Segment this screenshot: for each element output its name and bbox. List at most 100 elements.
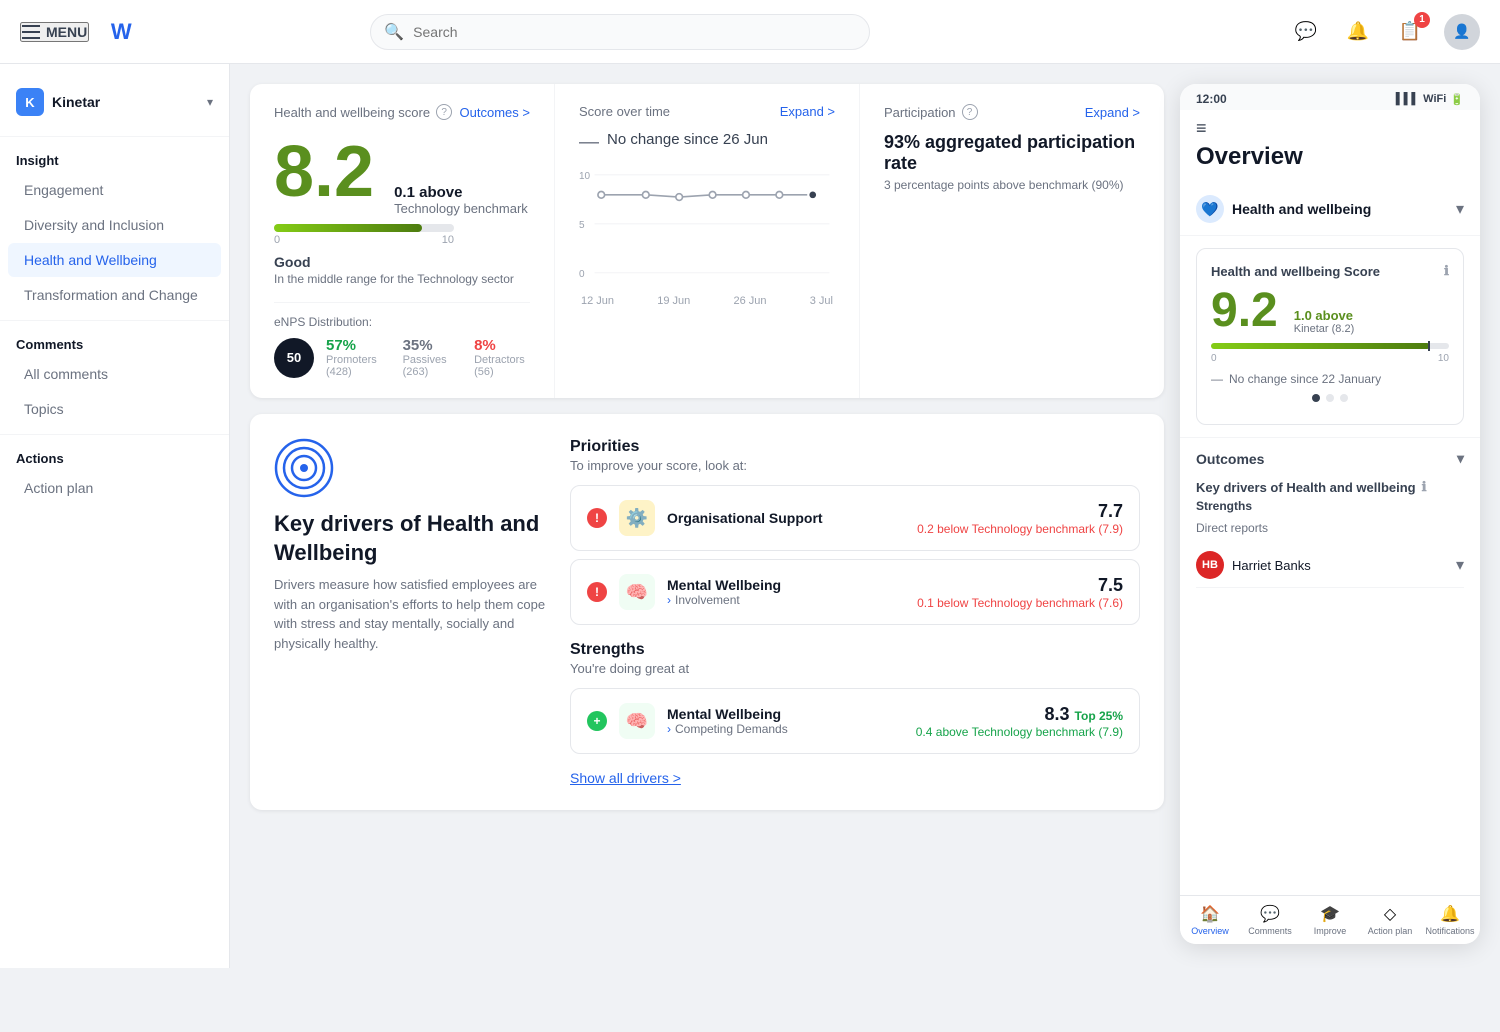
sidebar-item-health[interactable]: Health and Wellbeing (8, 243, 221, 277)
sidebar-item-allcomments[interactable]: All comments (8, 357, 221, 391)
phone-mockup: 12:00 ▌▌▌ WiFi 🔋 ≡ Overview 💙 Health and… (1180, 84, 1480, 944)
phone-bar-fill (1211, 343, 1430, 349)
passives-pct: 35% (403, 337, 458, 354)
main-left: Health and wellbeing score ? Outcomes > … (250, 84, 1164, 948)
driver-brain-icon: 🧠 (619, 574, 655, 610)
driver-competing-demands: + 🧠 Mental Wellbeing › Competing Demands (570, 688, 1140, 754)
sidebar-item-actionplan[interactable]: Action plan (8, 471, 221, 505)
strengths-sub: You're doing great at (570, 661, 1140, 676)
driver-org-support: ! ⚙️ Organisational Support 7.7 0.2 belo… (570, 485, 1140, 551)
sidebar-item-engagement[interactable]: Engagement (8, 173, 221, 207)
participation-title: Participation ? Expand > (884, 104, 1140, 120)
phone-nav-actionplan[interactable]: ◇ Action plan (1360, 904, 1420, 936)
phone-nav-actionplan-label: Action plan (1368, 926, 1413, 936)
phone-menu-icon[interactable]: ≡ (1180, 110, 1480, 139)
phone-dot-2 (1326, 394, 1334, 402)
sidebar-item-topics[interactable]: Topics (8, 392, 221, 426)
phone-above-val: 1.0 above (1294, 308, 1353, 323)
phone-kd-sub: Strengths (1196, 499, 1464, 513)
good-label: Good (274, 254, 530, 270)
score-bar-fill (274, 224, 422, 232)
driver-info: Organisational Support (667, 510, 905, 526)
driver-info-2: Mental Wellbeing › Involvement (667, 577, 905, 607)
driver-brain-icon-2: 🧠 (619, 703, 655, 739)
phone-nav-notifications-icon: 🔔 (1440, 904, 1460, 924)
health-score: 8.2 (274, 136, 374, 208)
phone-outcomes-label: Outcomes (1196, 451, 1264, 467)
enps-section: eNPS Distribution: 50 57% Promoters (428… (274, 302, 530, 378)
svg-text:10: 10 (579, 171, 591, 182)
no-change-dash: — (579, 131, 599, 154)
phone-above-text: 1.0 above (1294, 308, 1355, 323)
inbox-button[interactable]: 📋 1 (1392, 14, 1428, 50)
phone-nav-actionplan-icon: ◇ (1384, 904, 1396, 924)
participation-expand[interactable]: Expand > (1085, 105, 1140, 120)
phone-nav-improve[interactable]: 🎓 Improve (1300, 904, 1360, 936)
expand-link[interactable]: Expand > (780, 104, 835, 119)
score-bar-container: 0 10 (274, 224, 530, 246)
phone-nav-comments[interactable]: 💬 Comments (1240, 904, 1300, 936)
show-all-link[interactable]: Show all drivers > (570, 770, 1140, 786)
phone-outcomes-header[interactable]: Outcomes ▾ (1180, 437, 1480, 479)
top-nav: MENU W 🔍 💬 🔔 📋 1 👤 (0, 0, 1500, 64)
search-bar: 🔍 (370, 14, 870, 50)
phone-score-row: 9.2 1.0 above Kinetar (8.2) (1211, 287, 1449, 335)
sidebar-item-diversity[interactable]: Diversity and Inclusion (8, 208, 221, 242)
sidebar-item-label: All comments (24, 366, 108, 382)
phone-nav-notifications[interactable]: 🔔 Notifications (1420, 904, 1480, 936)
no-change-row: — No change since 26 Jun (579, 131, 835, 154)
time-panel: Score over time Expand > — No change sin… (554, 84, 859, 398)
outcomes-link[interactable]: Outcomes > (460, 105, 530, 120)
enps-row: 50 57% Promoters (428) 35% Passives (263… (274, 337, 530, 378)
sidebar-item-label: Diversity and Inclusion (24, 217, 164, 233)
inbox-badge: 1 (1414, 12, 1430, 28)
phone-outcomes-chevron-down-icon: ▾ (1457, 450, 1464, 467)
phone-key-drivers: Key drivers of Health and wellbeing ℹ St… (1180, 479, 1480, 600)
phone-harriet-item[interactable]: HB Harriet Banks ▾ (1196, 543, 1464, 588)
x-label-4: 3 Jul (810, 295, 833, 307)
driver-alert-icon-2: ! (587, 582, 607, 602)
phone-nav-overview[interactable]: 🏠 Overview (1180, 904, 1240, 936)
phone-nav-overview-icon: 🏠 (1200, 904, 1220, 924)
phone-bar-sm (1211, 343, 1449, 349)
time-panel-title: Score over time Expand > (579, 104, 835, 119)
score-title-text: Health and wellbeing score (274, 105, 430, 120)
enps-title: eNPS Distribution: (274, 315, 530, 329)
bar-max: 10 (442, 234, 454, 246)
phone-hw-item[interactable]: 💙 Health and wellbeing ▾ (1180, 183, 1480, 236)
phone-kd-title: Key drivers of Health and wellbeing ℹ (1196, 479, 1464, 495)
menu-button[interactable]: MENU (20, 22, 89, 42)
score-info-icon[interactable]: ? (436, 104, 452, 120)
phone-no-change-text: No change since 22 January (1229, 372, 1381, 386)
chat-button[interactable]: 💬 (1288, 14, 1324, 50)
hamburger-icon (22, 25, 40, 39)
search-input[interactable] (370, 14, 870, 50)
chart-area: 10 5 0 (579, 166, 835, 286)
sidebar-item-transformation[interactable]: Transformation and Change (8, 278, 221, 312)
score-panel-title: Health and wellbeing score ? Outcomes > (274, 104, 530, 120)
priorities-section: Priorities To improve your score, look a… (570, 438, 1140, 625)
score-panel: Health and wellbeing score ? Outcomes > … (250, 84, 554, 398)
driver-name: Organisational Support (667, 510, 905, 526)
sidebar-item-label: Transformation and Change (24, 287, 198, 303)
chart-x-labels: 12 Jun 19 Jun 26 Jun 3 Jul (579, 295, 835, 307)
sidebar-item-label: Engagement (24, 182, 103, 198)
strengths-heading: Strengths (570, 641, 1140, 659)
user-avatar[interactable]: 👤 (1444, 14, 1480, 50)
driver-sub-3: › Competing Demands (667, 722, 904, 736)
phone-dots (1211, 394, 1449, 402)
driver-gear-icon: ⚙️ (619, 500, 655, 536)
priorities-heading: Priorities (570, 438, 1140, 456)
org-selector[interactable]: K Kinetar ▾ (0, 80, 229, 132)
phone-kd-title-text: Key drivers of Health and wellbeing (1196, 480, 1416, 495)
strengths-section: Strengths You're doing great at + 🧠 Ment… (570, 641, 1140, 754)
phone-direct-reports: Direct reports (1196, 521, 1464, 535)
battery-icon: 🔋 (1450, 93, 1464, 106)
x-label-3: 26 Jun (734, 295, 767, 307)
participation-info-icon[interactable]: ? (962, 104, 978, 120)
promoters-label: Promoters (428) (326, 354, 387, 378)
driver-name-3: Mental Wellbeing (667, 706, 904, 722)
sidebar-item-label: Topics (24, 401, 64, 417)
participation-panel: Participation ? Expand > 93% aggregated … (859, 84, 1164, 398)
notification-button[interactable]: 🔔 (1340, 14, 1376, 50)
